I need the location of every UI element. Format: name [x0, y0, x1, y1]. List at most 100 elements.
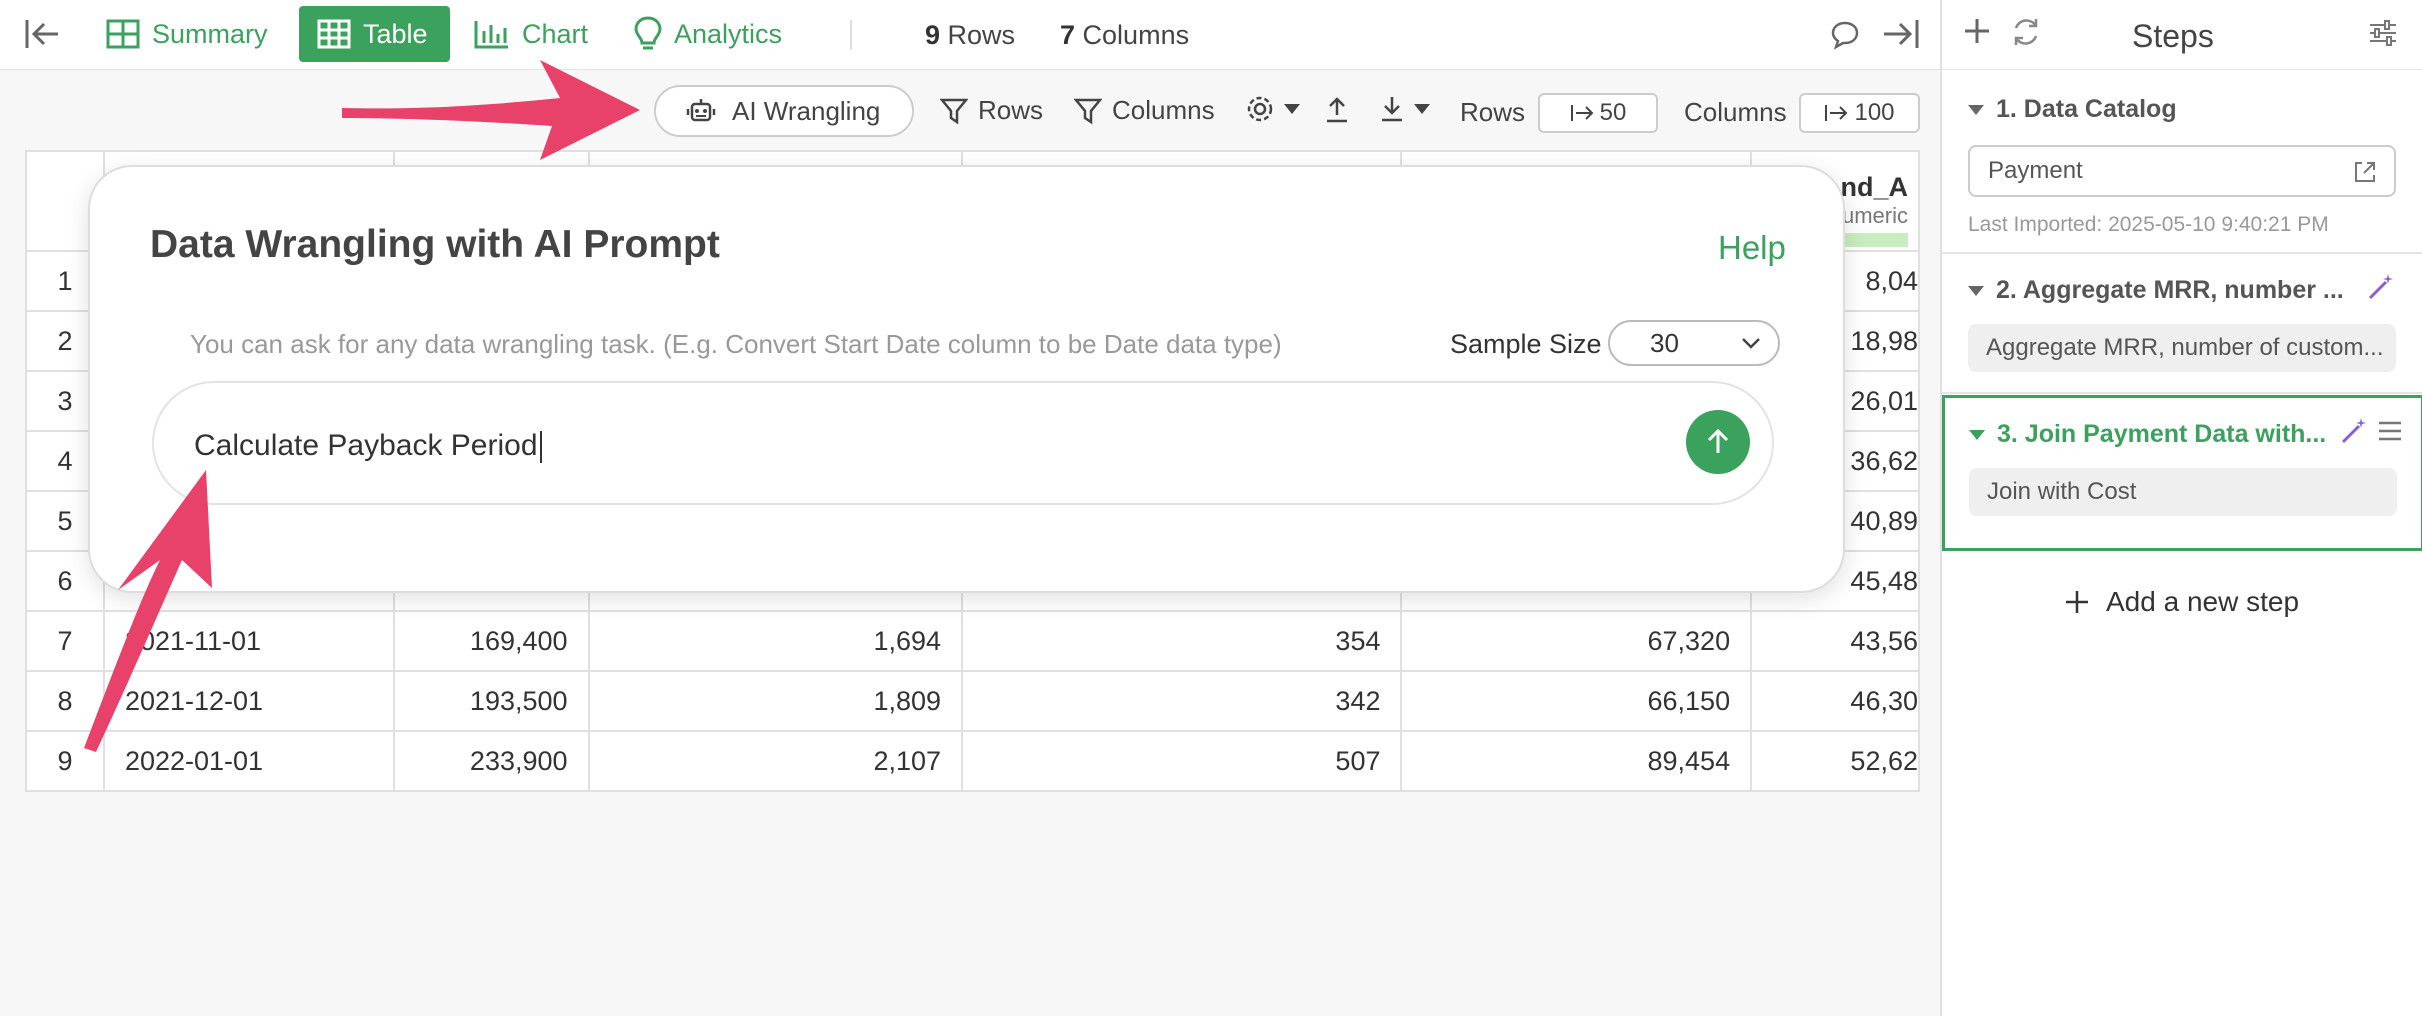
prompt-input[interactable]: Calculate Payback Period — [152, 381, 1774, 505]
columns-filter-button[interactable]: Columns — [1074, 95, 1215, 126]
steps-title: Steps — [2132, 18, 2214, 54]
table-cell[interactable]: 2021-11-01 — [102, 610, 395, 672]
magic-wand-icon[interactable] — [2366, 272, 2396, 309]
step-content[interactable]: Join with Cost — [1969, 468, 2397, 516]
table-cell[interactable]: 67,320 — [1400, 610, 1753, 672]
table-cell[interactable]: 169,400 — [392, 610, 590, 672]
download-dropdown[interactable] — [1380, 95, 1430, 123]
tab-analytics-label: Analytics — [674, 18, 783, 49]
table-cell[interactable]: 1,694 — [587, 610, 964, 672]
step-title: 3. Join Payment Data with... — [1969, 420, 2326, 449]
step-title-text: 3. Join Payment Data with... — [1997, 420, 2327, 448]
robot-icon — [686, 99, 716, 122]
rows-limit-label: Rows — [1460, 97, 1526, 127]
top-bar: Summary Table Chart Analytics 9 Rows 7 C… — [0, 0, 1940, 70]
tab-table[interactable]: Table — [299, 6, 450, 62]
sample-size-label: Sample Size — [1450, 329, 1602, 359]
sample-size-value: 30 — [1650, 327, 1679, 358]
comment-icon[interactable] — [1830, 20, 1860, 57]
columns-limit-input[interactable]: 100 — [1799, 93, 1920, 133]
text-caret — [539, 431, 542, 464]
row-index: 8 — [25, 670, 105, 732]
table-cell[interactable]: 89,454 — [1400, 730, 1753, 792]
tab-analytics[interactable]: Analytics — [616, 6, 800, 62]
rows-count: 9 Rows — [925, 20, 1016, 50]
external-link-icon[interactable] — [2352, 159, 2378, 185]
prompt-hint: You can ask for any data wrangling task.… — [190, 329, 1282, 359]
refresh-icon[interactable] — [2010, 16, 2042, 55]
chevron-down-icon — [1742, 338, 1760, 349]
caret-down-icon — [1284, 104, 1300, 114]
collapse-left-icon[interactable] — [24, 18, 60, 57]
table-cell[interactable]: 507 — [961, 730, 1403, 792]
table-toolbar: AI Wrangling Rows Columns Rows 50 Column… — [0, 71, 1940, 151]
prompt-text: Calculate Payback Period — [194, 429, 538, 462]
tab-chart[interactable]: Chart — [456, 6, 606, 62]
step-title: 2. Aggregate MRR, number ... — [1968, 276, 2344, 305]
add-icon[interactable] — [1962, 16, 1992, 53]
filter-icon — [1074, 98, 1102, 124]
sample-size-select[interactable]: 30 — [1608, 320, 1780, 366]
table-cell[interactable]: 193,500 — [392, 670, 590, 732]
send-button[interactable] — [1686, 410, 1750, 474]
table-cell[interactable]: 2022-01-01 — [102, 730, 395, 792]
upload-button[interactable] — [1325, 95, 1349, 123]
table-row: 9 2022-01-01 233,900 2,107 507 89,454 52,62 — [25, 730, 1920, 792]
columns-count: 7 Columns — [1060, 20, 1190, 50]
table-cell[interactable]: 233,900 — [392, 730, 590, 792]
step-join-payment[interactable]: 3. Join Payment Data with... Join with C… — [1942, 395, 2422, 551]
ai-wrangling-label: AI Wrangling — [732, 95, 881, 126]
add-step-button[interactable]: Add a new step — [2064, 586, 2299, 618]
tab-table-label: Table — [363, 18, 428, 49]
lightbulb-icon — [634, 16, 662, 50]
table-cell[interactable]: 2,107 — [587, 730, 964, 792]
settings-dropdown[interactable] — [1246, 95, 1300, 123]
row-index: 7 — [25, 610, 105, 672]
step-title: 1. Data Catalog — [1968, 95, 2177, 124]
last-imported-text: Last Imported: 2025-05-10 9:40:21 PM — [1968, 213, 2329, 236]
rows-limit-input[interactable]: 50 — [1538, 93, 1658, 133]
rows-filter-label: Rows — [978, 95, 1044, 125]
step-title-text: 2. Aggregate MRR, number ... — [1996, 276, 2344, 304]
caret-down-icon — [1414, 104, 1430, 114]
ai-wrangling-button[interactable]: AI Wrangling — [654, 85, 914, 137]
summary-grid-icon — [106, 19, 140, 49]
table-row: 8 2021-12-01 193,500 1,809 342 66,150 46,30 — [25, 670, 1920, 732]
table-cell[interactable]: 46,30 — [1750, 670, 1920, 732]
rows-limit-value: 50 — [1599, 99, 1627, 126]
arrow-to-right-icon — [1825, 105, 1848, 121]
help-link[interactable]: Help — [1718, 229, 1786, 267]
sliders-icon[interactable] — [2368, 18, 2398, 55]
add-step-label: Add a new step — [2106, 586, 2300, 617]
magic-wand-icon[interactable] — [2339, 416, 2369, 453]
caret-down-icon — [1968, 104, 1984, 115]
download-icon — [1382, 97, 1402, 122]
step-title-text: 1. Data Catalog — [1996, 95, 2177, 123]
caret-down-icon — [1968, 285, 1984, 296]
table-cell[interactable]: 354 — [961, 610, 1403, 672]
table-cell[interactable]: 342 — [961, 670, 1403, 732]
rows-filter-button[interactable]: Rows — [940, 95, 1043, 126]
table-cell[interactable]: 1,809 — [587, 670, 964, 732]
step-content[interactable]: Aggregate MRR, number of custom... — [1968, 324, 2396, 372]
menu-icon[interactable] — [2377, 418, 2403, 451]
upload-icon — [1327, 97, 1347, 123]
step-aggregate[interactable]: 2. Aggregate MRR, number ... Aggregate M… — [1942, 254, 2422, 394]
step-content[interactable]: Payment — [1968, 145, 2396, 197]
step-data-catalog[interactable]: 1. Data Catalog Payment Last Imported: 2… — [1942, 71, 2422, 254]
table-cell[interactable]: 43,56 — [1750, 610, 1920, 672]
arrow-to-right-icon — [1570, 105, 1594, 121]
ai-prompt-dialog: Data Wrangling with AI Prompt Help You c… — [88, 165, 1845, 593]
table-cell[interactable]: 66,150 — [1400, 670, 1753, 732]
tab-summary-label: Summary — [152, 18, 268, 49]
filter-icon — [940, 98, 968, 124]
row-index: 9 — [25, 730, 105, 792]
tab-summary[interactable]: Summary — [88, 6, 286, 62]
table-cell[interactable]: 2021-12-01 — [102, 670, 395, 732]
collapse-right-icon[interactable] — [1882, 18, 1920, 57]
step-content-text: Aggregate MRR, number of custom... — [1986, 334, 2384, 361]
columns-limit-value: 100 — [1854, 99, 1895, 126]
caret-down-icon — [1969, 429, 1985, 440]
columns-limit-label: Columns — [1684, 97, 1787, 127]
table-cell[interactable]: 52,62 — [1750, 730, 1920, 792]
